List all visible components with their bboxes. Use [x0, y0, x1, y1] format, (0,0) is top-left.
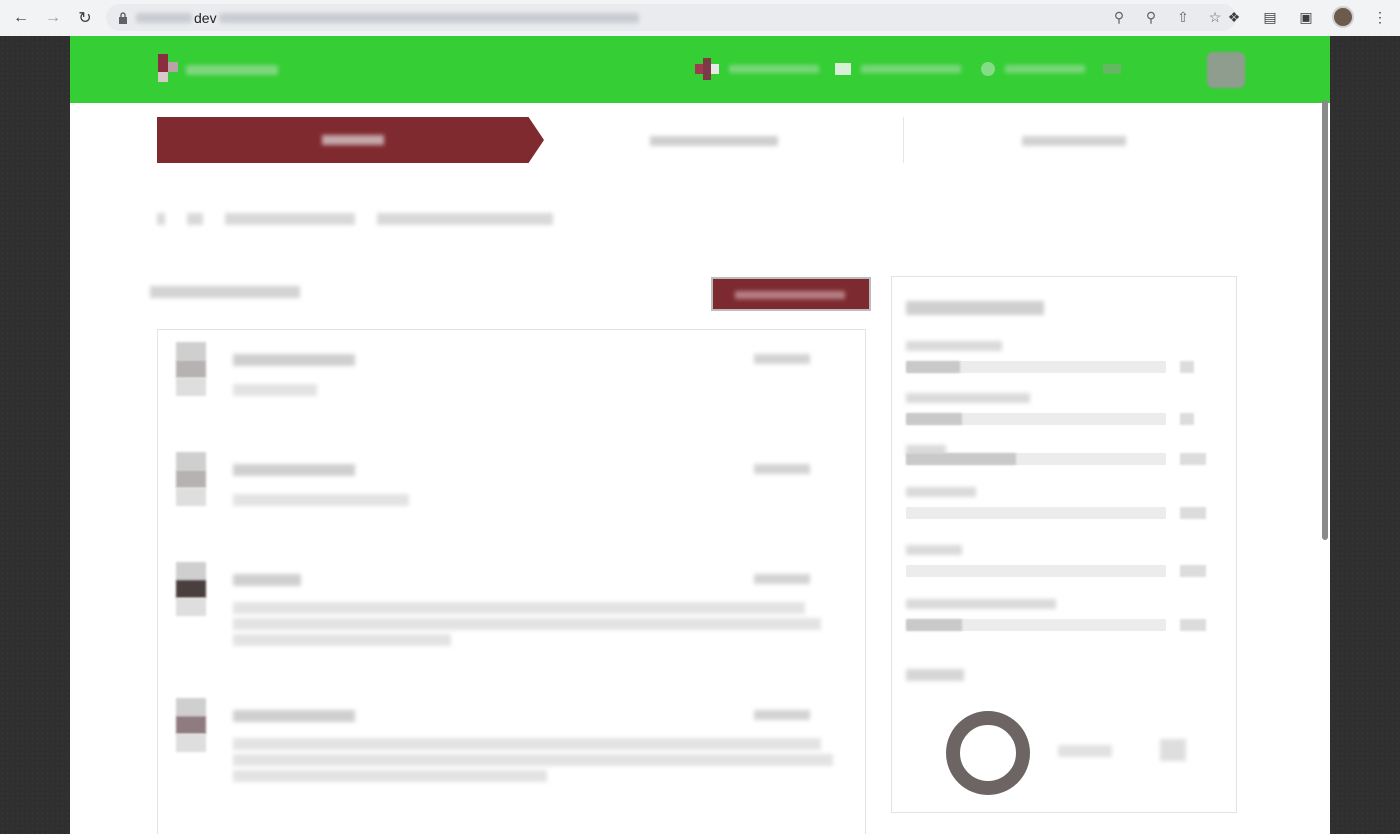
stat-row — [906, 445, 1224, 493]
flag-icon[interactable] — [835, 63, 851, 75]
forward-icon[interactable]: → — [42, 7, 64, 29]
step-3-label — [1022, 136, 1126, 146]
avatar — [176, 562, 206, 616]
nav-item-language[interactable] — [861, 65, 961, 73]
entry-text — [233, 602, 805, 614]
url-segment — [218, 12, 639, 23]
extensions-icon[interactable]: ❖ — [1224, 7, 1244, 27]
cast-icon[interactable]: ▤ — [1260, 7, 1280, 27]
stats-panel — [891, 276, 1237, 813]
section-title — [150, 286, 300, 298]
lock-icon — [119, 11, 127, 24]
breadcrumb-home[interactable] — [157, 213, 165, 225]
browser-toolbar: ← → ↻ dev ⚲ ⚲ ⇧ ☆ ❖ ▤ ▣ ⋮ — [0, 0, 1400, 36]
list-item[interactable] — [176, 698, 846, 808]
activity-feed — [157, 329, 866, 834]
list-item[interactable] — [176, 562, 846, 662]
entry-date — [754, 574, 810, 584]
chart-label — [906, 669, 964, 681]
entry-date — [754, 354, 810, 364]
stat-row — [906, 599, 1224, 647]
avatar — [176, 342, 206, 396]
entry-author — [233, 574, 301, 586]
avatar — [176, 698, 206, 752]
zoom-icon[interactable]: ⚲ — [1142, 8, 1160, 26]
left-backdrop — [0, 36, 70, 834]
entry-date — [754, 464, 810, 474]
sidepanel-icon[interactable]: ▣ — [1296, 7, 1316, 27]
url-text: dev — [194, 9, 217, 26]
header-nav — [695, 58, 1121, 80]
entry-author — [233, 710, 355, 722]
donut-chart — [946, 711, 1030, 795]
step-1-label — [322, 135, 384, 145]
app-logo[interactable] — [158, 54, 178, 82]
entry-text — [233, 384, 317, 396]
legend-value — [1160, 739, 1186, 761]
entry-date — [754, 710, 810, 720]
web-page — [70, 36, 1330, 834]
stat-row — [906, 393, 1224, 441]
breadcrumb-item[interactable] — [187, 213, 203, 225]
step-2[interactable] — [544, 117, 904, 163]
stat-row — [906, 545, 1224, 593]
entry-text — [233, 770, 547, 782]
entry-author — [233, 464, 355, 476]
help-icon[interactable] — [981, 62, 995, 76]
list-item[interactable] — [176, 452, 846, 522]
app-name[interactable] — [186, 65, 278, 75]
mail-icon[interactable] — [1103, 64, 1121, 74]
url-segment — [136, 12, 192, 23]
app-header — [70, 36, 1330, 103]
primary-action-button[interactable] — [711, 277, 871, 311]
breadcrumb-current — [377, 213, 553, 225]
entry-text — [233, 634, 451, 646]
nav-item-help[interactable] — [1005, 65, 1085, 73]
step-2-label — [650, 136, 778, 146]
step-divider — [888, 117, 904, 163]
legend-label — [1058, 745, 1112, 757]
address-bar[interactable]: dev ⚲ ⚲ ⇧ ☆ — [106, 4, 1236, 31]
right-backdrop — [1330, 36, 1400, 834]
back-icon[interactable]: ← — [10, 7, 32, 29]
stat-row — [906, 341, 1224, 389]
entry-text — [233, 754, 833, 766]
breadcrumb-item[interactable] — [225, 213, 355, 225]
profile-avatar[interactable] — [1332, 6, 1354, 28]
menu-icon[interactable]: ⋮ — [1370, 7, 1390, 27]
breadcrumb — [157, 213, 575, 225]
nav-item-org[interactable] — [729, 65, 819, 73]
org-icon[interactable] — [695, 58, 719, 80]
list-item[interactable] — [176, 342, 846, 412]
stat-row — [906, 487, 1224, 535]
star-icon[interactable]: ☆ — [1206, 8, 1224, 26]
user-avatar[interactable] — [1207, 52, 1245, 88]
step-1-active[interactable] — [157, 117, 544, 163]
entry-author — [233, 354, 355, 366]
entry-text — [233, 494, 409, 506]
avatar — [176, 452, 206, 506]
key-icon[interactable]: ⚲ — [1110, 8, 1128, 26]
entry-text — [233, 738, 821, 750]
step-3[interactable] — [904, 117, 1237, 163]
panel-title — [906, 301, 1044, 315]
page-scrollbar[interactable] — [1322, 100, 1328, 540]
progress-stepper — [157, 117, 1237, 163]
entry-text — [233, 618, 821, 630]
reload-icon[interactable]: ↻ — [74, 7, 96, 29]
share-icon[interactable]: ⇧ — [1174, 8, 1192, 26]
